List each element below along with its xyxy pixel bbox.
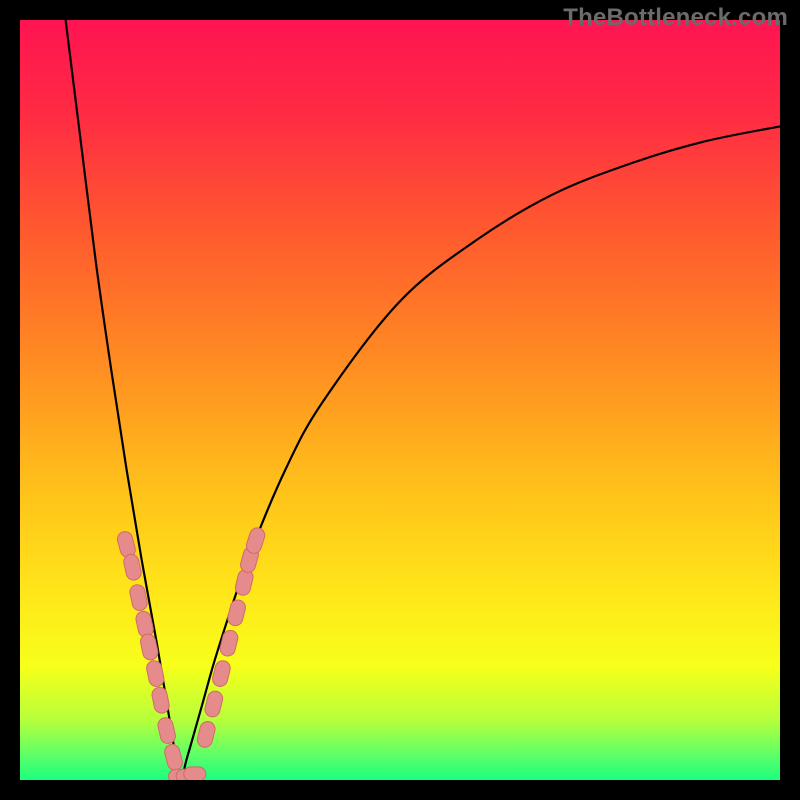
chart-background xyxy=(20,20,780,780)
chart-frame xyxy=(20,20,780,780)
bottleneck-chart xyxy=(20,20,780,780)
watermark-text: TheBottleneck.com xyxy=(563,4,788,32)
curve-marker xyxy=(184,767,206,780)
